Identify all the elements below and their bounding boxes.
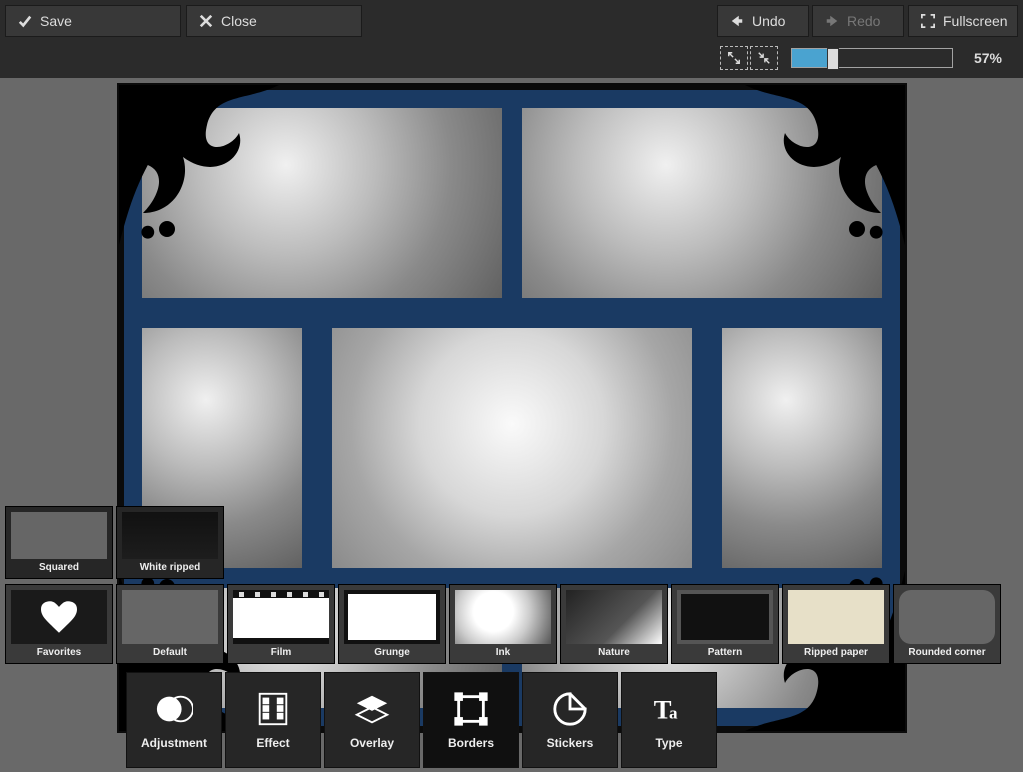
fit-screen-button[interactable] xyxy=(750,46,778,70)
overlay-icon xyxy=(353,690,391,728)
tool-stickers[interactable]: Stickers xyxy=(522,672,618,768)
fit-actual-button[interactable] xyxy=(720,46,748,70)
fullscreen-icon xyxy=(921,14,935,28)
floral-corner-icon xyxy=(119,85,279,245)
save-button[interactable]: Save xyxy=(5,5,181,37)
tool-label: Borders xyxy=(448,736,494,750)
thumb-preview xyxy=(122,512,218,559)
thumb-label: Default xyxy=(117,644,223,663)
arrow-left-icon xyxy=(730,14,744,28)
thumb-preview xyxy=(11,590,107,644)
stickers-icon xyxy=(551,690,589,728)
thumb-preview xyxy=(788,590,884,644)
thumb-preview xyxy=(566,590,662,644)
thumb-preview xyxy=(344,590,440,644)
border-thumb-nature[interactable]: Nature xyxy=(560,584,668,664)
svg-text:a: a xyxy=(669,704,678,723)
check-icon xyxy=(18,14,32,28)
heart-icon xyxy=(41,601,77,633)
tool-type[interactable]: Ta Type xyxy=(621,672,717,768)
thumb-label: Ink xyxy=(450,644,556,663)
border-thumb-film[interactable]: Film xyxy=(227,584,335,664)
thumb-label: White ripped xyxy=(117,559,223,578)
tool-effect[interactable]: Effect xyxy=(225,672,321,768)
undo-label: Undo xyxy=(752,13,785,29)
border-thumb-rounded-corner[interactable]: Rounded corner xyxy=(893,584,1001,664)
paper-thumb-squared[interactable]: Squared xyxy=(5,506,113,579)
tool-label: Stickers xyxy=(547,736,594,750)
thumb-preview xyxy=(11,512,107,559)
thumb-preview xyxy=(455,590,551,644)
border-thumb-ripped-paper[interactable]: Ripped paper xyxy=(782,584,890,664)
zoom-value: 57% xyxy=(961,48,1015,68)
redo-label: Redo xyxy=(847,13,880,29)
fullscreen-label: Fullscreen xyxy=(943,13,1008,29)
thumb-preview xyxy=(122,590,218,644)
paper-thumb-white-ripped[interactable]: White ripped xyxy=(116,506,224,579)
borders-icon xyxy=(452,690,490,728)
canvas-area xyxy=(0,78,1023,772)
save-label: Save xyxy=(40,13,72,29)
tool-label: Adjustment xyxy=(141,736,207,750)
topbar: Save Close Undo Redo Ful xyxy=(0,0,1023,78)
close-icon xyxy=(199,14,213,28)
zoom-slider[interactable] xyxy=(791,48,953,68)
undo-button[interactable]: Undo xyxy=(717,5,809,37)
close-button[interactable]: Close xyxy=(186,5,362,37)
fullscreen-button[interactable]: Fullscreen xyxy=(908,5,1018,37)
thumb-label: Grunge xyxy=(339,644,445,663)
adjustment-icon xyxy=(155,690,193,728)
thumb-preview xyxy=(233,590,329,644)
type-icon: Ta xyxy=(650,690,688,728)
tool-borders[interactable]: Borders xyxy=(423,672,519,768)
zoom-slider-fill xyxy=(792,49,827,67)
border-category-row: Favorites Default Film Grunge Ink Nature… xyxy=(5,584,1001,664)
thumb-label: Film xyxy=(228,644,334,663)
thumb-label: Ripped paper xyxy=(783,644,889,663)
collage-cell[interactable] xyxy=(332,328,692,568)
thumb-label: Squared xyxy=(6,559,112,578)
arrow-right-icon xyxy=(825,14,839,28)
thumb-preview xyxy=(899,590,995,644)
thumb-label: Rounded corner xyxy=(894,644,1000,663)
tool-label: Type xyxy=(655,736,682,750)
border-thumb-grunge[interactable]: Grunge xyxy=(338,584,446,664)
border-thumb-favorites[interactable]: Favorites xyxy=(5,584,113,664)
tool-label: Overlay xyxy=(350,736,394,750)
tool-tabs: Adjustment Effect Overlay Borders Sticke… xyxy=(126,672,717,768)
border-thumb-default[interactable]: Default xyxy=(116,584,224,664)
tool-label: Effect xyxy=(256,736,289,750)
paper-style-row: Squared White ripped xyxy=(5,506,224,579)
thumb-label: Nature xyxy=(561,644,667,663)
close-label: Close xyxy=(221,13,257,29)
tool-overlay[interactable]: Overlay xyxy=(324,672,420,768)
tool-adjustment[interactable]: Adjustment xyxy=(126,672,222,768)
collage-cell[interactable] xyxy=(722,328,882,568)
zoom-slider-thumb[interactable] xyxy=(827,48,839,70)
floral-corner-icon xyxy=(745,85,905,245)
effect-icon xyxy=(254,690,292,728)
thumb-preview xyxy=(677,590,773,644)
thumb-label: Pattern xyxy=(672,644,778,663)
border-thumb-pattern[interactable]: Pattern xyxy=(671,584,779,664)
border-thumb-ink[interactable]: Ink xyxy=(449,584,557,664)
thumb-label: Favorites xyxy=(6,644,112,663)
redo-button[interactable]: Redo xyxy=(812,5,904,37)
